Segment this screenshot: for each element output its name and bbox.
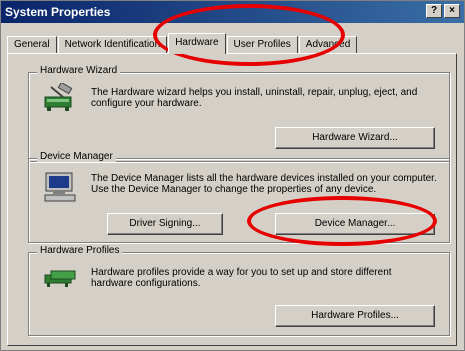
hardware-profiles-legend: Hardware Profiles <box>37 245 123 256</box>
hardware-profiles-group: Hardware Profiles Hardware profiles prov… <box>28 245 450 336</box>
device-manager-description: The Device Manager lists all the hardwar… <box>91 173 437 195</box>
driver-signing-button[interactable]: Driver Signing... <box>107 213 223 235</box>
tab-hardware[interactable]: Hardware <box>168 33 226 54</box>
device-manager-button[interactable]: Device Manager... <box>275 213 435 235</box>
hardware-profiles-button[interactable]: Hardware Profiles... <box>275 305 435 327</box>
hardware-profiles-description: Hardware profiles provide a way for you … <box>91 267 392 289</box>
help-button[interactable]: ? <box>426 4 442 18</box>
close-button[interactable]: × <box>444 4 460 18</box>
title-bar[interactable]: System Properties ? × <box>1 1 464 23</box>
computer-icon <box>43 171 77 208</box>
tab-advanced[interactable]: Advanced <box>298 36 358 54</box>
hardware-tab-panel: Hardware Wizard The Hardware wizard help… <box>7 53 457 346</box>
hardware-profiles-icon <box>43 267 79 296</box>
hardware-wizard-button[interactable]: Hardware Wizard... <box>275 127 435 149</box>
tab-network-identification[interactable]: Network Identification <box>57 36 168 54</box>
hardware-wizard-icon <box>43 81 77 118</box>
hardware-wizard-legend: Hardware Wizard <box>37 65 121 76</box>
device-manager-group: Device Manager The Device Manager lists … <box>28 151 450 243</box>
hardware-wizard-group: Hardware Wizard The Hardware wizard help… <box>28 65 450 162</box>
system-properties-window: System Properties ? × General Network Id… <box>0 0 465 351</box>
tab-general[interactable]: General <box>7 36 57 54</box>
title-buttons: ? × <box>426 4 460 18</box>
tab-user-profiles[interactable]: User Profiles <box>226 36 298 54</box>
hardware-wizard-description: The Hardware wizard helps you install, u… <box>91 87 418 109</box>
device-manager-legend: Device Manager <box>37 151 116 162</box>
window-title: System Properties <box>5 5 111 19</box>
tab-strip: General Network Identification Hardware … <box>7 33 358 54</box>
